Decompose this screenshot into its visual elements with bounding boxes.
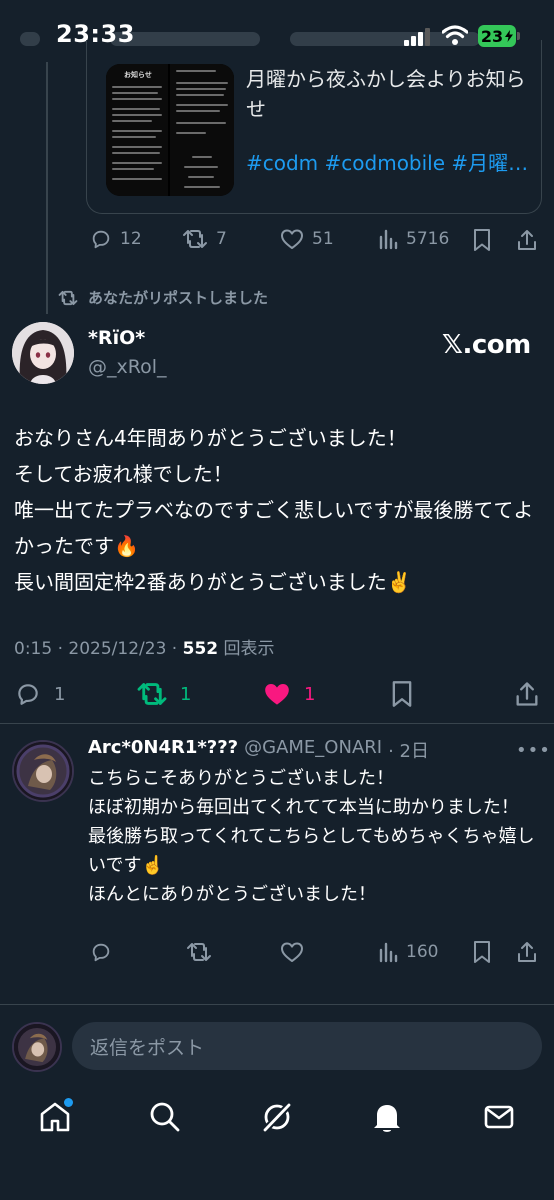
reply-text: こちらこそありがとうございました！ ほぼ初期から毎回出てくれてて本当に助かりまし…: [88, 768, 535, 905]
reply-button[interactable]: 1: [14, 681, 65, 707]
bookmark-icon: [474, 941, 490, 963]
reply-age: · 2日: [388, 741, 429, 762]
reply-icon: [92, 943, 110, 962]
quoted-repost-button[interactable]: 7: [182, 228, 227, 250]
user-handle[interactable]: @_xRol_: [88, 356, 167, 378]
reply-share-button[interactable]: [516, 940, 538, 964]
reply-avatar[interactable]: [12, 740, 74, 802]
thumb-title: お知らせ: [124, 71, 152, 79]
nav-search[interactable]: [148, 1100, 182, 1134]
quoted-repost-count: 7: [216, 229, 227, 249]
bookmark-icon: [392, 681, 412, 707]
display-name[interactable]: *RïO*: [88, 327, 145, 349]
nav-notifications[interactable]: [370, 1100, 404, 1134]
bookmark-button[interactable]: [390, 680, 414, 708]
quoted-post-image[interactable]: お知らせ: [106, 64, 234, 196]
quoted-views-count: 5716: [406, 229, 450, 249]
reply-input-placeholder: 返信をポスト: [90, 1036, 205, 1059]
repost-banner: あなたがリポストしました: [58, 287, 268, 308]
thread-connector-line: [46, 62, 48, 314]
composer-avatar: [12, 1022, 62, 1072]
quoted-like-button[interactable]: 51: [280, 228, 334, 250]
repost-small-icon: [58, 290, 78, 305]
nav-messages[interactable]: [482, 1100, 516, 1134]
heart-icon: [281, 942, 303, 962]
notifications-icon: [374, 1105, 400, 1132]
bookmark-icon: [474, 229, 490, 251]
reply-reply-button[interactable]: [90, 941, 112, 963]
like-button[interactable]: 1: [262, 681, 315, 707]
share-button[interactable]: [514, 680, 540, 708]
quoted-reply-button[interactable]: 12: [90, 228, 142, 250]
reply-icon: [92, 230, 110, 249]
nav-grok[interactable]: [260, 1100, 294, 1134]
reply-repost-button[interactable]: [186, 941, 212, 963]
reply-icon: [18, 684, 38, 705]
avatar[interactable]: [12, 322, 74, 384]
quoted-share-button[interactable]: [516, 228, 538, 252]
post-metadata: 0:15 · 2025/12/23 · 552 回表示: [14, 639, 275, 659]
heart-icon: [281, 229, 303, 249]
reply-display-name[interactable]: Arc*0N4R1*???: [88, 737, 238, 763]
share-icon: [516, 682, 538, 706]
repost-icon: [183, 230, 207, 248]
more-options-icon[interactable]: •••: [516, 740, 551, 761]
search-icon: [150, 1102, 180, 1132]
messages-icon: [484, 1105, 514, 1129]
share-icon: [518, 942, 536, 962]
repost-count: 1: [180, 683, 192, 705]
repost-banner-label: あなたがリポストしました: [88, 289, 269, 307]
repost-icon: [187, 943, 211, 961]
share-icon: [518, 230, 536, 250]
quoted-post-text: 月曜から夜ふかし会よりお知らせ: [246, 67, 526, 121]
post-date: 2025/12/23: [68, 639, 167, 659]
repost-button[interactable]: 1: [136, 681, 191, 707]
reply-header: Arc*0N4R1*??? @GAME_ONARI · 2日: [88, 737, 429, 763]
reply-views-count: 160: [406, 942, 439, 962]
divider: [0, 1004, 554, 1005]
reply-handle[interactable]: @GAME_ONARI: [244, 737, 382, 763]
notification-dot: [64, 1098, 73, 1107]
repost-icon: [137, 683, 167, 705]
post-views-label: 回表示: [223, 639, 275, 659]
heart-filled-icon: [265, 683, 289, 705]
quoted-post-hashtags[interactable]: #codm #codmobile #月曜…: [246, 147, 536, 176]
quoted-views-button[interactable]: 5716: [378, 228, 449, 250]
reply-input[interactable]: 返信をポスト: [72, 1022, 542, 1070]
quoted-reply-count: 12: [120, 229, 142, 249]
reply-count: 1: [54, 683, 66, 705]
views-chart-icon: [379, 942, 398, 963]
like-count: 1: [304, 683, 316, 705]
post-text: おなりさん4年間ありがとうございました！ そしてお疲れ様でした！ 唯一出てたプラ…: [14, 426, 534, 594]
bottom-navigation: [0, 1088, 554, 1200]
x-com-badge: 𝕏.com: [442, 330, 531, 360]
battery-cap: [517, 32, 520, 40]
post-time: 0:15: [14, 639, 53, 659]
grok-icon: [261, 1101, 293, 1134]
reply-views-button[interactable]: 160: [378, 941, 438, 963]
reply-like-button[interactable]: [280, 941, 304, 963]
post-views-count: 552: [182, 639, 219, 659]
views-chart-icon: [379, 229, 398, 250]
divider: [0, 723, 554, 724]
quoted-like-count: 51: [312, 229, 334, 249]
reply-bookmark-button[interactable]: [472, 940, 492, 964]
nav-home[interactable]: [38, 1098, 73, 1134]
quoted-bookmark-button[interactable]: [472, 228, 492, 252]
